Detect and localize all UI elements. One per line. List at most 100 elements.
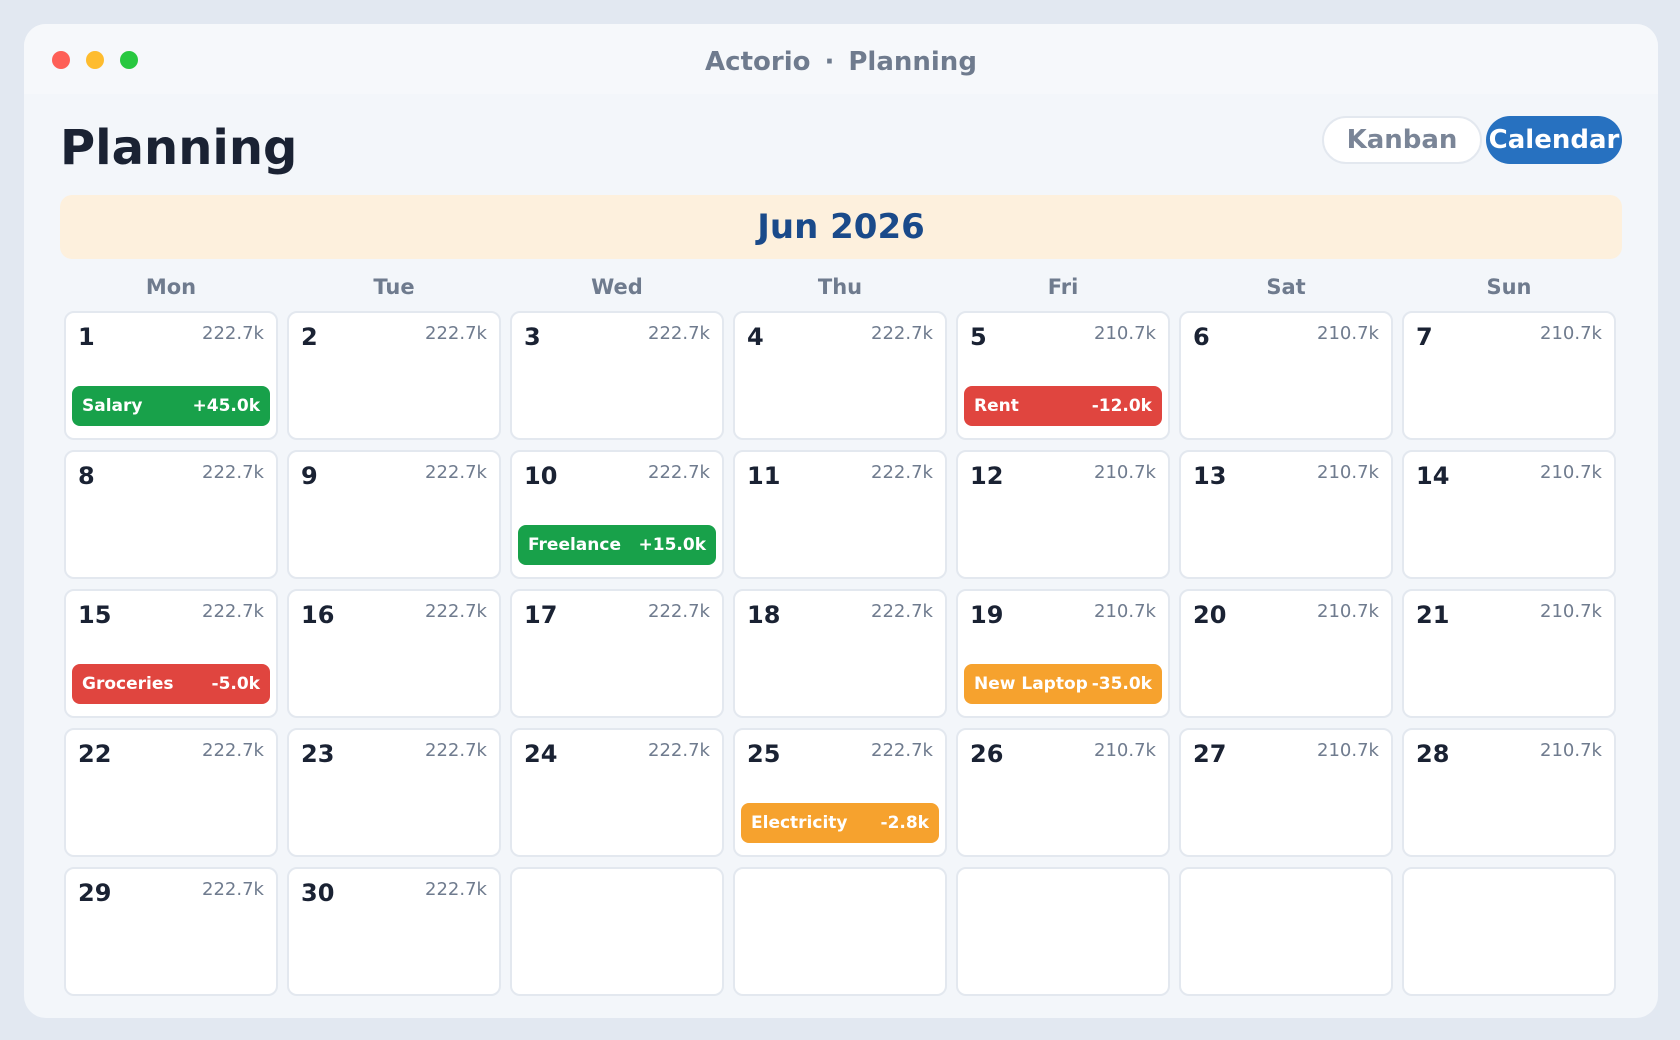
kanban-view-button[interactable]: Kanban (1322, 116, 1482, 164)
day-balance: 222.7k (202, 601, 264, 622)
day-number: 20 (1193, 601, 1227, 629)
transaction-amount: -5.0k (211, 674, 260, 694)
view-toggle: Kanban Calendar (1322, 116, 1622, 164)
day-cell[interactable]: 20 210.7k (1179, 589, 1393, 718)
day-number: 22 (78, 740, 112, 768)
title-bar: Actorio · Planning (24, 24, 1658, 94)
transaction-chip-planned[interactable]: Electricity -2.8k (741, 803, 939, 843)
transaction-label: Salary (82, 396, 143, 416)
day-cell[interactable]: 15 222.7k Groceries -5.0k (64, 589, 278, 718)
day-number: 6 (1193, 323, 1210, 351)
day-cell[interactable]: 30 222.7k (287, 867, 501, 996)
day-number: 4 (747, 323, 764, 351)
window-title-separator: · (824, 47, 835, 77)
day-number: 24 (524, 740, 558, 768)
transaction-amount: +45.0k (192, 396, 261, 416)
day-cell[interactable]: 22 222.7k (64, 728, 278, 857)
day-cell[interactable]: 27 210.7k (1179, 728, 1393, 857)
day-cell[interactable]: 5 210.7k Rent -12.0k (956, 311, 1170, 440)
day-balance: 210.7k (1317, 601, 1379, 622)
day-cell[interactable]: 25 222.7k Electricity -2.8k (733, 728, 947, 857)
day-number: 18 (747, 601, 781, 629)
day-balance: 222.7k (871, 740, 933, 761)
day-number: 13 (1193, 462, 1227, 490)
day-balance: 210.7k (1540, 740, 1602, 761)
day-number: 15 (78, 601, 112, 629)
day-balance: 222.7k (202, 462, 264, 483)
day-cell[interactable]: 26 210.7k (956, 728, 1170, 857)
empty-day-cell (1402, 867, 1616, 996)
day-cell[interactable]: 12 210.7k (956, 450, 1170, 579)
day-cell[interactable]: 23 222.7k (287, 728, 501, 857)
day-balance: 210.7k (1540, 323, 1602, 344)
day-balance: 222.7k (202, 323, 264, 344)
day-cell[interactable]: 16 222.7k (287, 589, 501, 718)
day-balance: 210.7k (1317, 740, 1379, 761)
weekday-label: Fri (1047, 275, 1079, 299)
day-cell[interactable]: 8 222.7k (64, 450, 278, 579)
day-number: 2 (301, 323, 318, 351)
day-number: 1 (78, 323, 95, 351)
day-cell[interactable]: 13 210.7k (1179, 450, 1393, 579)
transaction-chip-expense[interactable]: Groceries -5.0k (72, 664, 270, 704)
day-balance: 210.7k (1540, 601, 1602, 622)
day-cell[interactable]: 28 210.7k (1402, 728, 1616, 857)
day-cell[interactable]: 10 222.7k Freelance +15.0k (510, 450, 724, 579)
day-balance: 210.7k (1094, 601, 1156, 622)
day-number: 27 (1193, 740, 1227, 768)
day-number: 14 (1416, 462, 1450, 490)
day-cell[interactable]: 18 222.7k (733, 589, 947, 718)
calendar-view-button[interactable]: Calendar (1486, 116, 1622, 164)
day-balance: 222.7k (202, 879, 264, 900)
window-section-name: Planning (848, 47, 977, 77)
day-balance: 222.7k (648, 601, 710, 622)
day-cell[interactable]: 2 222.7k (287, 311, 501, 440)
day-cell[interactable]: 19 210.7k New Laptop -35.0k (956, 589, 1170, 718)
day-cell[interactable]: 6 210.7k (1179, 311, 1393, 440)
weekday-label: Mon (145, 275, 197, 299)
day-balance: 210.7k (1094, 740, 1156, 761)
empty-day-cell (1179, 867, 1393, 996)
day-balance: 210.7k (1094, 323, 1156, 344)
transaction-chip-income[interactable]: Salary +45.0k (72, 386, 270, 426)
transaction-amount: -2.8k (880, 813, 929, 833)
month-label: Jun 2026 (60, 195, 1622, 259)
day-cell[interactable]: 4 222.7k (733, 311, 947, 440)
day-number: 16 (301, 601, 335, 629)
transaction-amount: -12.0k (1091, 396, 1152, 416)
day-balance: 210.7k (1094, 462, 1156, 483)
day-cell[interactable]: 3 222.7k (510, 311, 724, 440)
transaction-label: Rent (974, 396, 1019, 416)
empty-day-cell (733, 867, 947, 996)
day-cell[interactable]: 17 222.7k (510, 589, 724, 718)
transaction-label: Electricity (751, 813, 848, 833)
app-window: Actorio · Planning Planning Kanban Calenda… (24, 24, 1658, 1018)
day-cell[interactable]: 11 222.7k (733, 450, 947, 579)
day-cell[interactable]: 21 210.7k (1402, 589, 1616, 718)
day-balance: 222.7k (871, 462, 933, 483)
day-number: 28 (1416, 740, 1450, 768)
day-number: 8 (78, 462, 95, 490)
day-number: 5 (970, 323, 987, 351)
day-cell[interactable]: 29 222.7k (64, 867, 278, 996)
day-number: 3 (524, 323, 541, 351)
day-cell[interactable]: 24 222.7k (510, 728, 724, 857)
day-cell[interactable]: 7 210.7k (1402, 311, 1616, 440)
weekday-label: Sat (1266, 275, 1306, 299)
window-app-name: Actorio (705, 47, 811, 77)
day-cell[interactable]: 1 222.7k Salary +45.0k (64, 311, 278, 440)
day-cell[interactable]: 14 210.7k (1402, 450, 1616, 579)
weekday-label: Thu (817, 275, 863, 299)
transaction-chip-expense[interactable]: Rent -12.0k (964, 386, 1162, 426)
day-number: 30 (301, 879, 335, 907)
day-balance: 222.7k (425, 462, 487, 483)
day-number: 21 (1416, 601, 1450, 629)
transaction-label: Groceries (82, 674, 174, 694)
day-cell[interactable]: 9 222.7k (287, 450, 501, 579)
day-balance: 210.7k (1540, 462, 1602, 483)
day-number: 29 (78, 879, 112, 907)
day-number: 9 (301, 462, 318, 490)
transaction-amount: -35.0k (1091, 674, 1152, 694)
transaction-chip-planned[interactable]: New Laptop -35.0k (964, 664, 1162, 704)
transaction-chip-income[interactable]: Freelance +15.0k (518, 525, 716, 565)
